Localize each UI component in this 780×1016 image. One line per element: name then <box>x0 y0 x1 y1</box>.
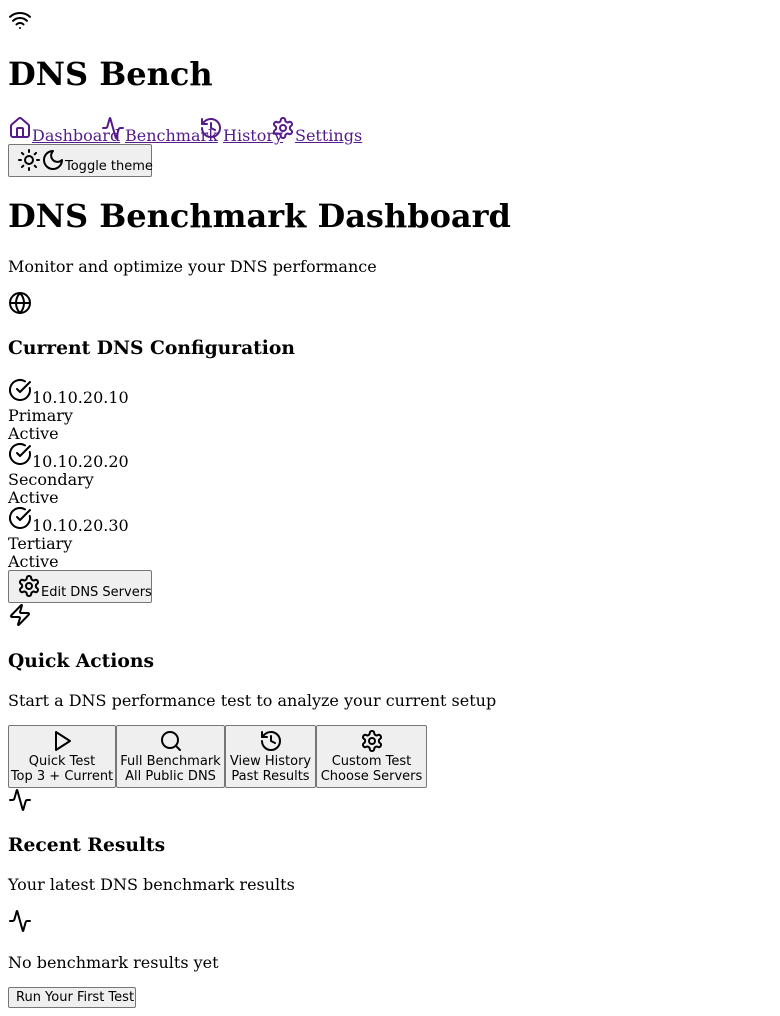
recent-results-description: Your latest DNS benchmark results <box>8 875 295 894</box>
dns-server-item: 10.10.20.10 Primary Active <box>8 378 308 443</box>
settings-icon <box>360 729 384 753</box>
nav-link-settings[interactable]: Settings <box>295 126 362 145</box>
dns-server-role: Tertiary <box>8 534 73 553</box>
activity-icon <box>8 909 32 933</box>
custom-test-title: Custom Test <box>331 754 412 769</box>
dns-config-title: Current DNS Configuration <box>8 337 295 359</box>
run-first-test-button[interactable]: Run Your First Test <box>8 987 136 1008</box>
check-circle-icon <box>8 442 32 466</box>
moon-icon <box>41 148 65 172</box>
quick-test-button[interactable]: Quick Test Top 3 + Current <box>8 725 116 788</box>
settings-icon <box>271 116 295 140</box>
home-icon <box>8 116 32 140</box>
dns-server-ip: 10.10.20.20 <box>32 452 129 471</box>
wifi-icon <box>8 8 32 32</box>
zap-icon <box>8 603 32 627</box>
page-subtitle: Monitor and optimize your DNS performanc… <box>8 257 377 276</box>
search-icon <box>159 729 183 753</box>
toggle-theme-button[interactable]: Toggle theme <box>8 144 153 177</box>
quick-test-title: Quick Test <box>28 754 96 769</box>
history-icon <box>199 116 223 140</box>
edit-dns-servers-label: Edit DNS Servers <box>41 585 152 600</box>
run-first-test-label: Run Your First Test <box>16 990 135 1005</box>
dns-server-status: Active <box>8 552 59 571</box>
dns-server-role: Secondary <box>8 470 94 489</box>
dns-server-ip: 10.10.20.30 <box>32 516 129 535</box>
check-circle-icon <box>8 378 32 402</box>
quick-test-subtitle: Top 3 + Current <box>10 769 114 784</box>
full-benchmark-title: Full Benchmark <box>120 754 221 769</box>
quick-actions-title: Quick Actions <box>8 650 154 672</box>
quick-actions-description: Start a DNS performance test to analyze … <box>8 691 497 710</box>
settings-icon <box>17 574 41 598</box>
edit-dns-servers-button[interactable]: Edit DNS Servers <box>8 570 152 603</box>
toggle-theme-label: Toggle theme <box>65 159 153 174</box>
custom-test-subtitle: Choose Servers <box>320 769 423 784</box>
full-benchmark-subtitle: All Public DNS <box>125 769 216 784</box>
dns-server-item: 10.10.20.20 Secondary Active <box>8 442 308 507</box>
view-history-button[interactable]: View History Past Results <box>225 725 316 788</box>
view-history-title: View History <box>229 754 312 769</box>
history-icon <box>259 729 283 753</box>
activity-icon <box>8 788 32 812</box>
page-title: DNS Benchmark Dashboard <box>8 197 511 235</box>
dns-server-ip: 10.10.20.10 <box>32 388 129 407</box>
view-history-subtitle: Past Results <box>231 769 310 784</box>
activity-icon <box>101 116 125 140</box>
globe-icon <box>8 291 32 315</box>
app-title: DNS Bench <box>8 55 213 93</box>
custom-test-button[interactable]: Custom Test Choose Servers <box>316 725 427 788</box>
empty-results-text: No benchmark results yet <box>8 953 219 972</box>
play-icon <box>50 729 74 753</box>
dns-server-role: Primary <box>8 406 73 425</box>
dns-server-status: Active <box>8 488 59 507</box>
check-circle-icon <box>8 506 32 530</box>
dns-server-status: Active <box>8 424 59 443</box>
full-benchmark-button[interactable]: Full Benchmark All Public DNS <box>116 725 225 788</box>
sun-icon <box>17 148 41 172</box>
dns-server-item: 10.10.20.30 Tertiary Active <box>8 506 308 571</box>
recent-results-title: Recent Results <box>8 834 166 856</box>
